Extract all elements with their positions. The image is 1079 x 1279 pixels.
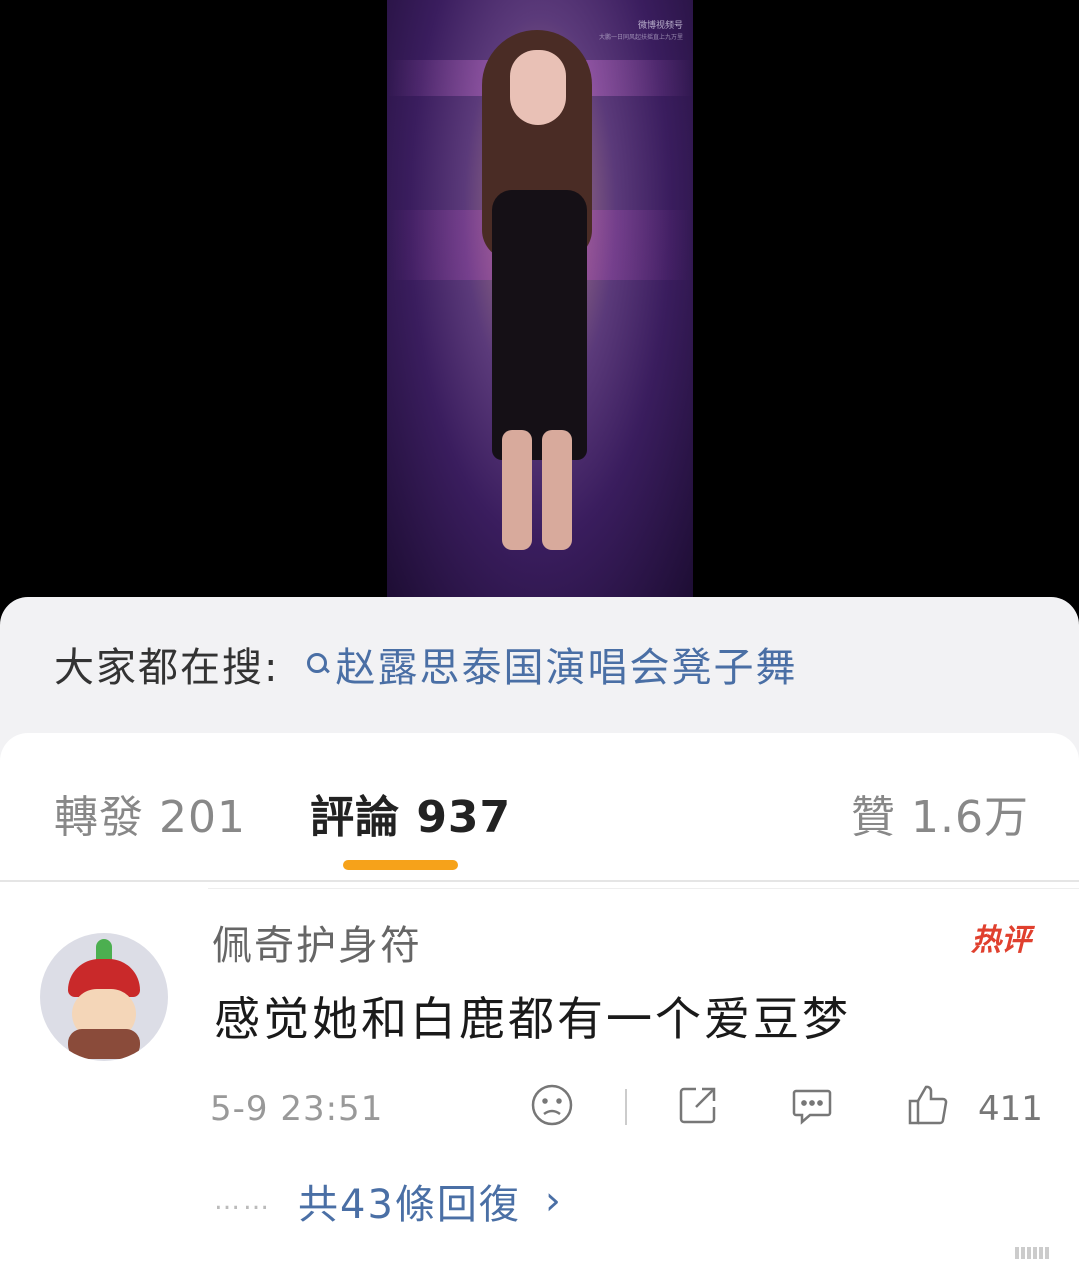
trending-search-term[interactable]: 赵露思泰国演唱会凳子舞 [335, 635, 797, 693]
view-replies-link[interactable]: 共43條回復 [298, 1172, 521, 1230]
video-thumbnail[interactable]: 微博视频号 大鹏一日同风起扶摇直上九万里 [387, 0, 693, 600]
hot-comment-badge: 热评 [971, 923, 1031, 958]
active-tab-indicator [343, 860, 458, 870]
tab-comment[interactable]: 評論 937 [310, 781, 511, 845]
chevron-right-icon[interactable]: › [545, 1178, 561, 1224]
comment-text: 感觉她和白鹿都有一个爱豆梦 [214, 992, 851, 1046]
performer-leg [542, 430, 572, 550]
divider [625, 1089, 627, 1125]
video-watermark-sub: 大鹏一日同风起扶摇直上九万里 [598, 34, 683, 41]
tab-repost[interactable]: 轉發 201 [54, 781, 246, 845]
comment-meta-row: 5-9 23:51 411 [0, 1083, 1079, 1143]
like-count: 411 [978, 1089, 1043, 1129]
avatar-sprout [96, 939, 112, 961]
comments-panel: 轉發 201 評論 937 贊 1.6万 佩奇护身符 热评 感觉她和白鹿都有一个… [0, 733, 1079, 1279]
comment-username[interactable]: 佩奇护身符 [212, 913, 422, 971]
video-area[interactable]: 微博视频号 大鹏一日同风起扶摇直上九万里 [0, 0, 1079, 610]
avatar[interactable] [40, 933, 168, 1061]
trending-search-label: 大家都在搜: [54, 645, 280, 691]
avatar-body [68, 1029, 140, 1059]
performer-figure [472, 20, 602, 550]
tab-like[interactable]: 贊 1.6万 [851, 781, 1029, 845]
divider [208, 888, 1079, 889]
sad-face-icon[interactable] [530, 1083, 574, 1127]
performer-face [510, 50, 566, 125]
reply-icon[interactable] [790, 1083, 834, 1127]
like-icon[interactable] [906, 1083, 950, 1127]
video-watermark: 微博视频号 [637, 21, 683, 31]
view-replies-row[interactable]: …… 共43條回復 › [214, 1173, 561, 1229]
performer-outfit [492, 190, 587, 460]
divider [0, 880, 1079, 882]
comment-item: 佩奇护身符 热评 感觉她和白鹿都有一个爱豆梦 5-9 23:51 411 …… … [0, 913, 1079, 1273]
search-icon [305, 651, 331, 677]
corner-watermark [1015, 1244, 1065, 1259]
comment-timestamp: 5-9 23:51 [210, 1089, 384, 1129]
share-icon[interactable] [676, 1083, 720, 1127]
tab-bar: 轉發 201 評論 937 贊 1.6万 [0, 733, 1079, 881]
performer-leg [502, 430, 532, 550]
trending-search-row[interactable]: 大家都在搜: 赵露思泰国演唱会凳子舞 [54, 634, 797, 694]
replies-dots: …… [214, 1186, 272, 1216]
